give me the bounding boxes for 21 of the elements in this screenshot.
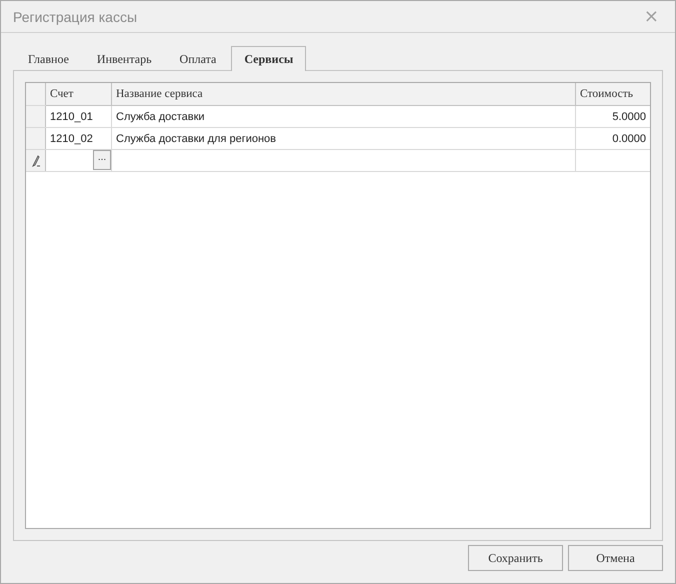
cancel-button[interactable]: Отмена — [568, 545, 663, 571]
column-header[interactable]: Стоимость — [576, 83, 650, 106]
row-indicator-header — [26, 83, 46, 105]
table-cell-text: 0.0000 — [611, 132, 647, 146]
pencil-icon — [30, 154, 40, 166]
tab[interactable]: Сервисы — [231, 46, 306, 71]
table-cell: 1210_01 — [46, 106, 112, 127]
tab[interactable]: Главное — [15, 48, 82, 70]
table-cell: Служба доставки для регионов — [112, 128, 576, 149]
tab[interactable]: Оплата — [166, 48, 230, 70]
save-button[interactable]: Сохранить — [468, 545, 563, 571]
column-header[interactable]: Счет — [46, 83, 112, 106]
window-title: Регистрация кассы — [13, 8, 138, 24]
column-header[interactable]: Название сервиса — [112, 83, 576, 106]
table-cell: 1210_02 — [46, 128, 112, 149]
row-indicator[interactable] — [26, 106, 46, 127]
table-cell: Служба доставки — [112, 106, 576, 127]
tab[interactable]: Инвентарь — [84, 48, 165, 70]
ellipsis-button[interactable]: ... — [93, 150, 111, 170]
row-indicator[interactable] — [26, 128, 46, 149]
table-cell-text: 5.0000 — [611, 110, 647, 124]
